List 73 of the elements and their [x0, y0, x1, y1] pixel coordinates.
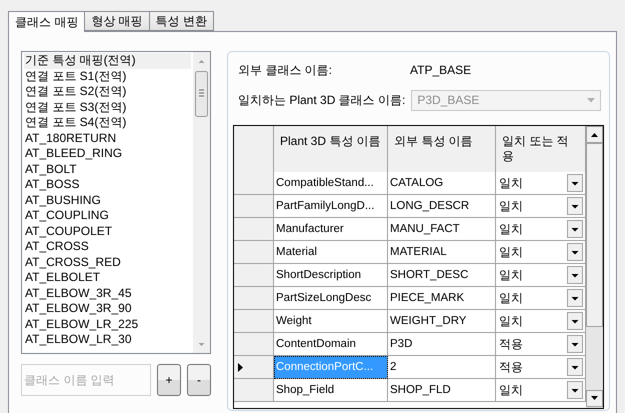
table-cell[interactable]: 2 — [388, 356, 496, 379]
table-cell[interactable]: LONG_DESCR — [388, 195, 496, 218]
table-cell[interactable]: CATALOG — [388, 172, 496, 195]
dropdown-button[interactable] — [567, 358, 583, 376]
list-item[interactable]: AT_COUPLING — [24, 208, 191, 224]
list-item[interactable]: AT_BOLT — [24, 162, 191, 177]
dropdown-button[interactable] — [567, 289, 583, 307]
list-item[interactable]: 연결 포트 S4(전역) — [24, 115, 191, 130]
mode-dropdown[interactable]: 일치 — [496, 241, 586, 264]
table-cell[interactable]: CompatibleStand... — [274, 172, 388, 195]
plant3d-class-label: 일치하는 Plant 3D 클래스 이름: — [238, 92, 406, 108]
table-cell[interactable]: Shop_Field — [274, 379, 388, 402]
list-item[interactable]: AT_ELBOLET — [24, 270, 191, 286]
dropdown-button[interactable] — [567, 220, 583, 238]
scrollbar[interactable] — [586, 126, 603, 408]
table-cell[interactable]: SHORT_DESC — [388, 264, 496, 287]
row-header[interactable] — [234, 356, 274, 379]
table-cell[interactable]: ContentDomain — [274, 333, 388, 356]
dropdown-button[interactable] — [567, 197, 583, 215]
tab[interactable]: 특성 변환 — [148, 11, 214, 31]
dropdown-button[interactable] — [567, 335, 583, 353]
remove-button[interactable]: - — [187, 364, 211, 396]
class-list[interactable] — [21, 51, 211, 354]
mode-dropdown[interactable]: 일치 — [496, 264, 586, 287]
mode-dropdown[interactable]: 일치 — [496, 218, 586, 241]
dropdown-button[interactable] — [567, 381, 583, 399]
table-cell[interactable]: PartSizeLongDesc — [274, 287, 388, 310]
list-item[interactable]: AT_BOSS — [24, 177, 191, 192]
list-item[interactable]: 기준 특성 매핑(전역) — [24, 53, 191, 68]
mode-dropdown[interactable]: 일치 — [496, 379, 586, 402]
mode-dropdown[interactable]: 적용 — [496, 333, 586, 356]
table-cell[interactable]: ShortDescription — [274, 264, 388, 287]
mode-dropdown[interactable]: 일치 — [496, 172, 586, 195]
table-cell[interactable]: Material — [274, 241, 388, 264]
table-cell[interactable]: MATERIAL — [388, 241, 496, 264]
scrollbar[interactable] — [193, 52, 210, 353]
list-item[interactable]: AT_180RETURN — [24, 130, 191, 146]
class-name-input[interactable]: 클래스 이름 입력 — [21, 364, 151, 396]
table-cell[interactable]: PIECE_MARK — [388, 287, 496, 310]
list-item[interactable]: 연결 포트 S3(전역) — [24, 100, 191, 115]
dropdown-button[interactable] — [567, 266, 583, 284]
external-class-value: ATP_BASE — [410, 63, 472, 77]
table-cell[interactable]: Manufacturer — [274, 218, 388, 241]
list-item[interactable]: AT_BLEED_RING — [24, 146, 191, 162]
table-cell[interactable]: SHOP_FLD — [388, 379, 496, 402]
tab[interactable]: 클래스 매핑 — [8, 11, 86, 32]
table-cell[interactable]: P3D — [388, 333, 496, 356]
caret-icon — [587, 98, 596, 102]
list-item[interactable]: 연결 포트 S2(전역) — [24, 84, 191, 100]
dropdown-button[interactable] — [567, 174, 583, 192]
dropdown-button[interactable] — [567, 312, 583, 330]
list-item[interactable]: AT_ELBOW_LR_30 — [24, 332, 191, 348]
list-item[interactable]: AT_ELBOW_LR_225 — [24, 316, 191, 332]
table-cell[interactable]: MANU_FACT — [388, 218, 496, 241]
tab[interactable]: 형상 매핑 — [84, 11, 150, 31]
mode-dropdown[interactable]: 일치 — [496, 310, 586, 333]
table-cell[interactable]: WEIGHT_DRY — [388, 310, 496, 333]
list-item[interactable]: AT_BUSHING — [24, 192, 191, 208]
mode-dropdown[interactable]: 일치 — [496, 287, 586, 310]
list-item[interactable]: 연결 포트 S1(전역) — [24, 68, 191, 84]
list-item[interactable]: AT_ELBOW_3R_90 — [24, 301, 191, 316]
table-cell[interactable]: Weight — [274, 310, 388, 333]
mode-dropdown[interactable]: 일치 — [496, 195, 586, 218]
dropdown-button[interactable] — [567, 243, 583, 261]
external-class-label: 외부 클래스 이름: — [238, 62, 332, 78]
add-button[interactable]: + — [157, 364, 181, 396]
list-item[interactable]: AT_CROSS — [24, 239, 191, 254]
list-item[interactable]: AT_COUPOLET — [24, 224, 191, 239]
table-cell[interactable]: PartFamilyLongD... — [274, 195, 388, 218]
current-row-icon — [238, 362, 243, 372]
list-item[interactable]: AT_CROSS_RED — [24, 254, 191, 270]
list-item[interactable]: AT_ELBOW_3R_45 — [24, 286, 191, 301]
mode-dropdown[interactable]: 적용 — [496, 356, 586, 379]
